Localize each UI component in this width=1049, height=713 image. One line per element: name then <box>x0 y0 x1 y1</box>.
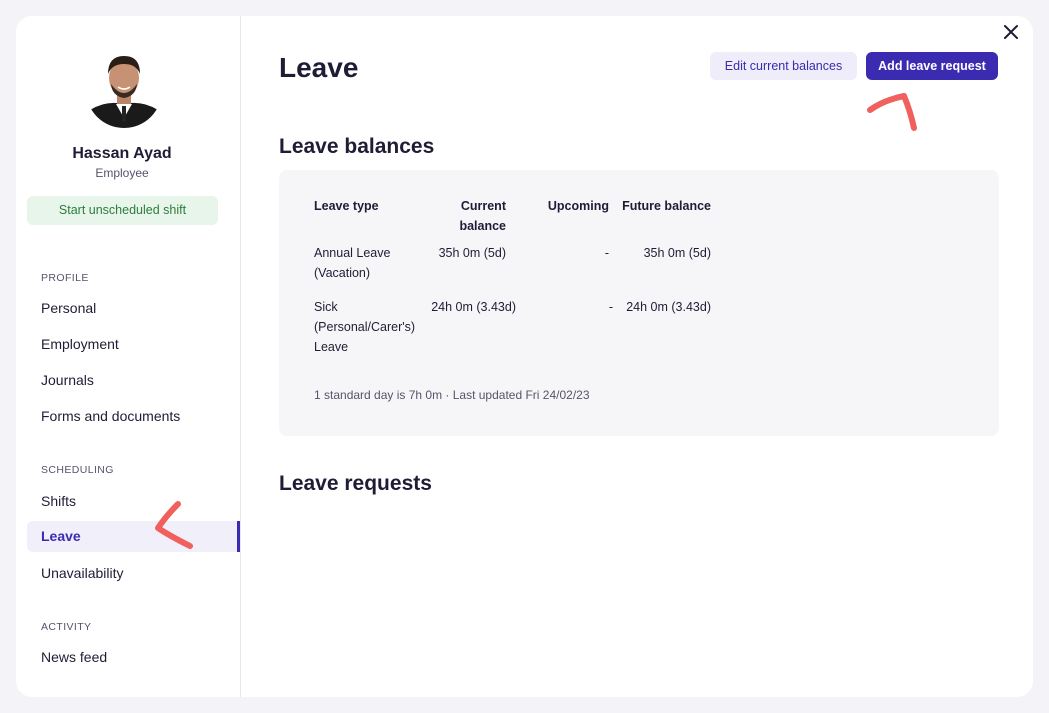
edit-current-balances-button[interactable]: Edit current balances <box>710 52 857 80</box>
avatar <box>86 48 162 128</box>
section-label-scheduling: SCHEDULING <box>41 464 114 476</box>
sidebar-item-leave[interactable]: Leave <box>27 521 240 552</box>
leave-type-annual-line-1: Annual Leave <box>314 246 391 260</box>
sick-upcoming: - <box>608 300 613 314</box>
annual-current-balance: 35h 0m (5d) <box>438 246 506 260</box>
employee-role: Employee <box>95 166 149 180</box>
sidebar-item-employment[interactable]: Employment <box>27 329 240 360</box>
add-leave-request-button[interactable]: Add leave request <box>866 52 998 80</box>
leave-type-sick-line-2: (Personal/Carer's) <box>314 320 416 334</box>
column-header-current-balance-line-1: Current <box>460 199 506 213</box>
profile-sidebar: Hassan Ayad Employee Start unscheduled s… <box>16 16 241 697</box>
leave-type-sick-line-3: Leave <box>314 340 349 354</box>
leave-balances-table: Leave type Current balance Upcoming Futu… <box>279 170 999 436</box>
annotation-arrow-leave-icon <box>155 501 193 549</box>
close-icon[interactable] <box>1001 22 1021 42</box>
sick-current-balance: 24h 0m (3.43d) <box>431 300 516 314</box>
sidebar-item-personal[interactable]: Personal <box>27 293 240 324</box>
sidebar-item-journals[interactable]: Journals <box>27 365 240 396</box>
leave-balances-heading: Leave balances <box>279 135 435 158</box>
sidebar-item-shifts[interactable]: Shifts <box>27 486 240 517</box>
annual-upcoming: - <box>604 246 609 260</box>
leave-type-annual-line-2: (Vacation) <box>314 266 371 280</box>
section-label-profile: PROFILE <box>41 272 89 284</box>
start-unscheduled-shift-button[interactable]: Start unscheduled shift <box>27 196 218 225</box>
leave-type-sick-line-1: Sick <box>314 300 338 314</box>
column-header-leave-type: Leave type <box>314 199 379 213</box>
section-label-activity: ACTIVITY <box>41 621 92 633</box>
page-title: Leave <box>279 52 359 83</box>
balances-footnote: 1 standard day is 7h 0m · Last updated F… <box>314 388 590 402</box>
sidebar-item-forms-and-documents[interactable]: Forms and documents <box>27 401 240 432</box>
sick-future-balance: 24h 0m (3.43d) <box>626 300 711 314</box>
sidebar-item-news-feed[interactable]: News feed <box>27 642 240 673</box>
employee-name: Hassan Ayad <box>72 145 172 162</box>
annual-future-balance: 35h 0m (5d) <box>643 246 711 260</box>
sidebar-item-unavailability[interactable]: Unavailability <box>27 558 240 589</box>
column-header-current-balance-line-2: balance <box>459 219 506 233</box>
column-header-upcoming: Upcoming <box>547 199 609 213</box>
annotation-arrow-add-request-icon <box>867 93 917 131</box>
leave-requests-heading: Leave requests <box>279 472 432 495</box>
column-header-future-balance: Future balance <box>622 199 711 213</box>
